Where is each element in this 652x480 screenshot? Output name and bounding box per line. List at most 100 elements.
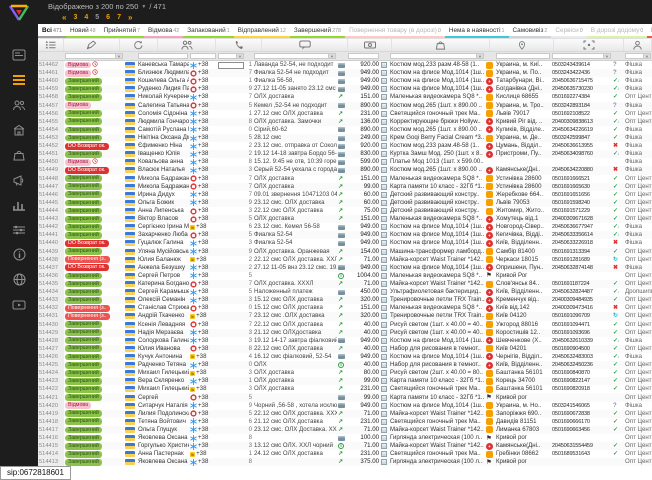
table-row[interactable]: 514434ЗавершенийСергей Карамышев+385Нало… [38,288,652,296]
client-phone[interactable]: lb+38 [189,312,217,320]
column-status-icon[interactable] [64,39,120,51]
client-phone[interactable]: +38 [189,296,217,304]
client-phone[interactable]: +38 [189,377,217,385]
table-row[interactable]: 514447ЗавершенийМикола Бадражан+387ОЛХ д… [38,183,652,191]
orders-list-icon[interactable] [9,71,29,88]
filter-input[interactable] [190,53,216,59]
table-row[interactable]: 514415ЗавершенийГоргулько Христина..+383… [38,442,652,450]
client-phone[interactable]: +38 [189,150,217,158]
table-row[interactable]: 514414ЗавершенийАнна Пастернакlb+38124.1… [38,450,652,458]
client-phone[interactable]: +38 [189,207,217,215]
table-row[interactable]: 514417ЗавершенийОльга Глущук+38023.12 см… [38,426,652,434]
table-row[interactable]: 514461ВідмоваБлизнюк Людмила ..+387Фиалк… [38,69,652,77]
tab-2[interactable]: Новий48 [66,24,100,38]
client-phone[interactable]: +38 [189,142,217,150]
client-phone[interactable]: +38 [189,321,217,329]
table-row[interactable]: 514452DO Возврат ок.Єфименко Ніна+38223.… [38,142,652,150]
table-row[interactable]: 514413ЗавершенийЯковлева Оксана+388↗375.… [38,458,652,466]
client-phone[interactable]: +38 [189,85,217,93]
filter-input[interactable]: ▼ [254,53,336,59]
video-icon[interactable] [9,296,29,313]
tab-7[interactable]: Завершений278 [290,24,345,38]
table-row[interactable]: 514426ЗавершенийКучук Антонинаlb+38416.1… [38,353,652,361]
table-row[interactable]: 514446ЗавершенийИрина Дидух+38709.01 зве… [38,191,652,199]
filter-input[interactable]: ▼ [552,53,611,59]
filter-input[interactable] [496,53,550,59]
client-phone[interactable]: +38 [189,93,217,101]
client-phone[interactable]: +38 [189,345,217,353]
filter-input[interactable]: ▼ [390,53,484,59]
table-row[interactable]: 514418ЗавершенийТетяна Войтович+38621.12… [38,418,652,426]
page-size-dropdown-icon[interactable]: ▼ [141,4,146,10]
products-bag-icon[interactable] [9,146,29,163]
client-phone[interactable]: +38 [189,272,217,280]
tab-12[interactable]: В дорозі додому0 [587,24,648,38]
tab-5[interactable]: Запакований1 [183,24,233,38]
client-phone[interactable]: +38 [189,248,217,256]
client-phone[interactable]: +38 [189,69,217,77]
filter-input[interactable]: ▼ [218,53,244,59]
table-row[interactable]: 514462ВідмоваКаневська Тамара ..+381Лава… [38,61,652,69]
table-row[interactable]: 514430ЗавершенийКсенія Левадняя+38722.12… [38,321,652,329]
page-number[interactable]: 5 [95,14,99,21]
table-row[interactable]: 514458ЗавершенийНиколай Кучеренко+387ОЛХ… [38,93,652,101]
table-row[interactable]: 514423ЗавершенийВера Скляренко+381ОЛХ до… [38,377,652,385]
table-row[interactable]: 514442ЗавершенийСергієнко Ірина Ми..lb+3… [38,223,652,231]
filter-dropdown-icon[interactable]: ▼ [328,54,335,58]
tab-1[interactable]: Всі471 [38,24,66,38]
tab-4[interactable]: Відмова42 [144,24,183,38]
first-page-icon[interactable]: « [62,13,66,22]
last-page-icon[interactable]: » [128,13,132,22]
client-phone[interactable]: +38 [189,402,217,410]
client-phone[interactable]: +38 [189,410,217,418]
table-row[interactable]: 514436ЗавершенийСергей Петров+385S1004.0… [38,272,652,280]
client-phone[interactable]: +38 [189,215,217,223]
table-row[interactable]: 514449DO Возврат ок.Власюк Наталья+383Се… [38,166,652,174]
table-row[interactable]: 514451ЗавершенийІващенко Юлія+38219.12 1… [38,150,652,158]
table-row[interactable]: 514433ЗавершенийОлексій Семанін+38315.12… [38,296,652,304]
client-phone[interactable]: +38 [189,361,217,369]
table-row[interactable]: 514438Повернення (з..Юлия Баланюкlb+3822… [38,256,652,264]
client-phone[interactable]: +38 [189,183,217,191]
column-source-icon[interactable] [120,39,158,51]
table-row[interactable]: 514457ВідмоваСалегина Татьяна С..+385Кем… [38,102,652,110]
table-row[interactable]: 514437DO Возврат ок.Анжела Безушку+38227… [38,264,652,272]
table-row[interactable]: 514421ЗавершенийСергей+38599.00Карта пам… [38,393,652,401]
table-row[interactable]: 514432Повернення (з..Станіслав Стрижак+3… [38,304,652,312]
client-phone[interactable]: lb+38 [189,385,217,393]
table-row[interactable]: 514440DO Возврат ок.Гуцалюк Галина+383Фи… [38,239,652,247]
tab-8[interactable]: Повернення товару (в дорозі)0 [345,24,445,38]
page-number[interactable]: 4 [84,14,88,21]
table-row[interactable]: 514448ЗавершенийМикола Бадражан+387ОЛХ д… [38,175,652,183]
table-row[interactable]: 514456ЗавершенийСоломія Сідоніна+38127.1… [38,110,652,118]
column-tracking-icon[interactable] [554,39,624,51]
clients-people-icon[interactable] [9,96,29,113]
filter-dropdown-icon[interactable]: ▼ [236,54,243,58]
filter-dropdown-icon[interactable]: ▼ [476,54,483,58]
table-row[interactable]: 514422ЗавершенийМихаил Гилецькийlb+383ОЛ… [38,385,652,393]
table-row[interactable]: 514435ЗавершенийКатерина Богданова+387ОЛ… [38,280,652,288]
client-phone[interactable]: +38 [189,102,217,110]
client-phone[interactable]: +38 [189,337,217,345]
filter-input[interactable]: ▼ [625,53,651,59]
tab-6[interactable]: Відправлений12 [234,24,290,38]
client-phone[interactable]: +38 [189,118,217,126]
table-row[interactable]: 514445ЗавершенийОльга Божик+38923.12 смс… [38,199,652,207]
client-phone[interactable]: lb+38 [189,256,217,264]
client-phone[interactable]: +38 [189,442,217,450]
tab-9[interactable]: Нема в наявності1 [445,24,509,38]
client-phone[interactable]: +38 [189,110,217,118]
marketing-megaphone-icon[interactable] [9,171,29,188]
table-row[interactable]: 514453ЗавершенийНікітіна Оксана Дми..+38… [38,134,652,142]
client-phone[interactable]: +38 [189,434,217,442]
client-phone[interactable]: +38 [189,126,217,134]
column-client-icon[interactable] [158,39,216,51]
table-row[interactable]: 514416ЗавершенийЯковлева Оксана+388100.0… [38,434,652,442]
table-row[interactable]: 514431Повернення (з..Андрій Ткаченкоlb+3… [38,312,652,320]
dashboard-cards-icon[interactable] [9,46,29,63]
table-row[interactable]: 514441ЗавершенийЗахарченко Люба+385Фиалк… [38,231,652,239]
table-row[interactable]: 514460ЗавершенийКошелева Ольга Ар..+381Ф… [38,77,652,85]
table-row[interactable]: 514419ЗавершенийЛилия Подолинская+38522.… [38,410,652,418]
table-row[interactable]: 514455ЗавершенийЛюдмила Гончарова+388ОЛХ… [38,118,652,126]
client-phone[interactable]: lb+38 [189,450,217,458]
